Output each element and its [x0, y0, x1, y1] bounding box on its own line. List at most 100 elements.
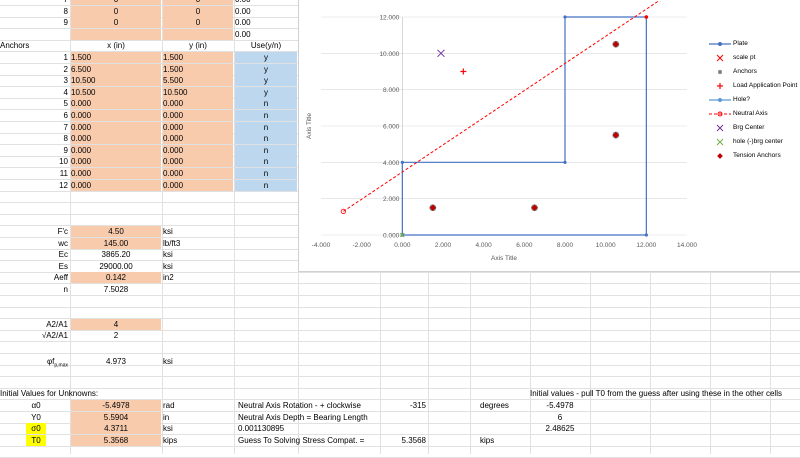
ratio-value[interactable]: 2 — [71, 330, 161, 341]
initial-value[interactable]: 4.3711 — [71, 423, 161, 434]
anchor-x[interactable]: 0.000 — [71, 156, 161, 167]
initial-right[interactable] — [530, 435, 590, 446]
cell-b[interactable]: 0 — [71, 0, 161, 5]
anchor-use[interactable]: y — [235, 87, 297, 98]
anchor-use[interactable]: y — [235, 64, 297, 75]
legend-marker-icon — [709, 67, 731, 77]
anchor-y[interactable]: 0.000 — [163, 168, 233, 179]
prop-unit: lb/ft3 — [163, 239, 181, 248]
cell-d[interactable]: 0.00 — [235, 29, 275, 40]
anchor-x[interactable]: 0.000 — [71, 145, 161, 156]
initial-extra[interactable]: 5.3568 — [380, 435, 426, 446]
initial-extra[interactable]: -315 — [380, 400, 426, 411]
anchor-y[interactable]: 0.000 — [163, 98, 233, 109]
legend-item: Anchors — [709, 67, 800, 81]
anchor-y[interactable]: 1.500 — [163, 64, 233, 75]
anchor-x[interactable]: 0.000 — [71, 110, 161, 121]
anchor-y[interactable]: 0.000 — [163, 110, 233, 121]
cell-b[interactable]: 0 — [71, 17, 161, 28]
scale-point — [644, 15, 649, 19]
anchor-x[interactable]: 0.000 — [71, 168, 161, 179]
anchor-x[interactable]: 0.000 — [71, 133, 161, 144]
initial-extra[interactable] — [380, 412, 426, 423]
cell-c[interactable] — [163, 29, 233, 40]
anchor-use[interactable]: n — [235, 133, 297, 144]
x-tick-label: 0.000 — [394, 242, 411, 249]
prop-value[interactable]: 0.142 — [71, 272, 161, 283]
x-tick-label: 14.000 — [677, 242, 697, 249]
initial-unit: in — [163, 413, 170, 422]
anchor-y[interactable]: 0.000 — [163, 122, 233, 133]
anchor-x[interactable]: 0.000 — [71, 122, 161, 133]
plate-point — [563, 160, 567, 164]
prop-label: Aeff — [53, 273, 68, 282]
anchor-y[interactable]: 0.000 — [163, 156, 233, 167]
x-tick-label: 12.000 — [636, 242, 656, 249]
phi-subscript: p,max — [54, 362, 68, 369]
x-tick-label: -4.000 — [312, 242, 331, 249]
anchor-use[interactable]: n — [235, 156, 297, 167]
x-tick-label: 2.000 — [435, 242, 452, 249]
anchor-use[interactable]: n — [235, 122, 297, 133]
anchor-y[interactable]: 0.000 — [163, 180, 233, 191]
prop-value[interactable]: 4.50 — [71, 226, 161, 237]
prop-label: Ec — [58, 250, 68, 259]
anchor-x[interactable]: 1.500 — [71, 52, 161, 63]
anchor-use[interactable]: y — [235, 75, 297, 86]
x-axis-title: Axis Title — [491, 255, 517, 262]
neutral-axis-point — [340, 208, 346, 214]
cell-d[interactable]: 0.00 — [235, 0, 275, 5]
prop-value[interactable]: 7.5028 — [71, 284, 161, 295]
anchor-y[interactable]: 0.000 — [163, 145, 233, 156]
anchor-y[interactable]: 5.500 — [163, 75, 233, 86]
neutral-axis-line — [343, 0, 659, 212]
cell-c[interactable]: 0 — [163, 17, 233, 28]
anchor-x[interactable]: 10.500 — [71, 75, 161, 86]
initial-value[interactable]: 5.5904 — [71, 412, 161, 423]
anchor-x[interactable]: 0.000 — [71, 180, 161, 191]
anchor-use[interactable]: n — [235, 145, 297, 156]
initial-unit: ksi — [163, 424, 173, 433]
anchor-use[interactable]: y — [235, 52, 297, 63]
anchor-x[interactable]: 0.000 — [71, 98, 161, 109]
legend-label: Neutral Axis — [733, 110, 768, 117]
initial-value[interactable]: 5.3568 — [71, 435, 161, 446]
anchor-use[interactable]: n — [235, 180, 297, 191]
anchor-y[interactable]: 10.500 — [163, 87, 233, 98]
prop-label: n — [63, 285, 68, 294]
phi-value[interactable]: 4.973 — [71, 356, 161, 367]
prop-value[interactable]: 29000.00 — [71, 261, 161, 272]
cell-b[interactable]: 0 — [71, 6, 161, 17]
scatter-chart[interactable]: 0.000 2.000 4.000 6.000 8.000 10.000 12.000 -4.… — [298, 0, 800, 272]
ratio-label: √A2/A1 — [41, 331, 68, 340]
anchor-x[interactable]: 6.500 — [71, 64, 161, 75]
anchor-y[interactable]: 1.500 — [163, 52, 233, 63]
ratio-value[interactable]: 4 — [71, 319, 161, 330]
x-tick-label: 8.000 — [557, 242, 574, 249]
cell-d[interactable]: 0.00 — [235, 17, 275, 28]
anchor-y[interactable]: 0.000 — [163, 133, 233, 144]
y-tick-label: 4.000 — [383, 160, 400, 167]
cell-c[interactable]: 0 — [163, 0, 233, 5]
initial-right[interactable]: 6 — [530, 412, 590, 423]
anchor-use[interactable]: n — [235, 168, 297, 179]
anchor-use[interactable]: n — [235, 98, 297, 109]
cell-b[interactable] — [71, 29, 161, 40]
prop-value[interactable]: 3865.20 — [71, 249, 161, 260]
initial-label: T0 — [26, 435, 46, 446]
initial-extra-unit: kips — [480, 436, 495, 445]
initial-right[interactable]: -5.4978 — [530, 400, 590, 411]
initial-right[interactable]: 2.48625 — [530, 423, 590, 434]
anchor-use[interactable]: n — [235, 110, 297, 121]
legend-item: Neutral Axis — [709, 109, 800, 123]
initial-desc: Neutral Axis Rotation - + clockwise — [238, 401, 361, 410]
prop-value[interactable]: 145.00 — [71, 238, 161, 249]
y-tick-label: 6.000 — [383, 124, 400, 131]
initial-unit: rad — [163, 401, 175, 410]
cell-d[interactable]: 0.00 — [235, 6, 275, 17]
initial-value[interactable]: -5.4978 — [71, 400, 161, 411]
initial-extra[interactable] — [380, 423, 426, 434]
row-number — [0, 29, 68, 40]
cell-c[interactable]: 0 — [163, 6, 233, 17]
anchor-x[interactable]: 10.500 — [71, 87, 161, 98]
